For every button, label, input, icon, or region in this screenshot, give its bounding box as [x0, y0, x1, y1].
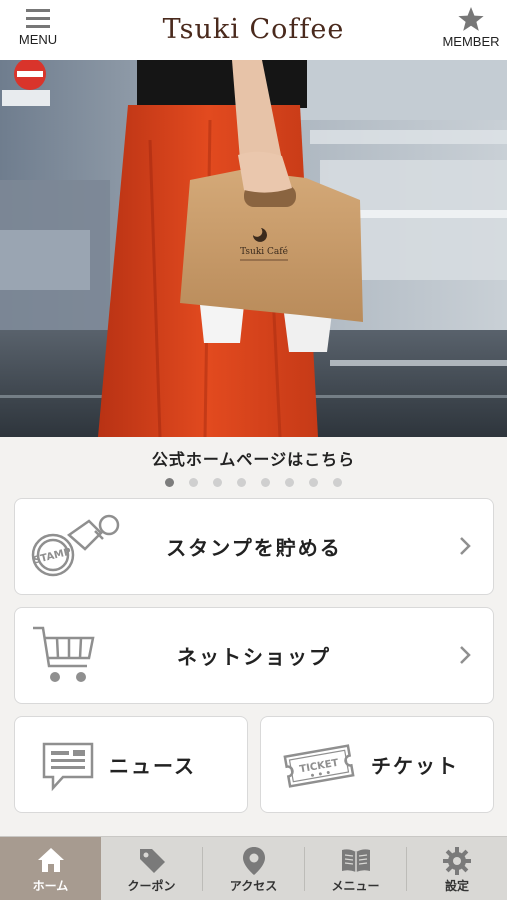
ticket-icon: TICKET	[283, 744, 355, 788]
gear-icon	[443, 847, 471, 875]
tab-coupon-label: クーポン	[127, 879, 176, 893]
tab-settings[interactable]: 設定	[407, 837, 507, 900]
tab-home[interactable]: ホーム	[0, 837, 101, 900]
tab-home-label: ホーム	[32, 879, 69, 893]
news-card-label: ニュース	[109, 754, 196, 778]
carousel-dots	[0, 472, 507, 487]
hero-caption[interactable]: 公式ホームページはこちら	[0, 446, 507, 470]
carousel-dot[interactable]	[164, 478, 174, 487]
tab-access-label: アクセス	[229, 879, 278, 893]
carousel-dot[interactable]	[309, 478, 319, 487]
carousel-dot[interactable]	[261, 478, 271, 487]
tab-menu-label: メニュー	[331, 879, 380, 893]
brand-title: Tsuki Coffee	[162, 14, 345, 45]
carousel-dot[interactable]	[285, 478, 295, 487]
ticket-card-label: チケット	[371, 754, 459, 778]
tab-settings-label: 設定	[444, 879, 469, 893]
bottom-tab-bar: ホーム クーポン アクセス メニュー 設定	[0, 836, 507, 900]
tab-menu[interactable]: メニュー	[305, 837, 406, 900]
carousel-dot[interactable]	[236, 478, 246, 487]
chevron-right-icon	[460, 646, 471, 664]
hero-banner[interactable]: Tsuki Café	[0, 60, 507, 437]
member-label: MEMBER	[442, 34, 500, 49]
ticket-card-button[interactable]: TICKET チケット	[260, 716, 494, 813]
book-icon	[341, 849, 370, 872]
tab-coupon[interactable]: クーポン	[101, 837, 202, 900]
carousel-dot[interactable]	[212, 478, 222, 487]
coupon-tag-icon	[139, 849, 165, 873]
chevron-right-icon	[460, 537, 471, 555]
ticket-icon-text: TICKET	[299, 758, 340, 776]
net-shop-card-label: ネットショップ	[177, 645, 331, 669]
stamp-card-button[interactable]: STAMP スタンプを貯める	[14, 498, 494, 595]
carrier-brand-text: Tsuki Café	[240, 246, 288, 257]
member-button[interactable]: MEMBER	[439, 6, 503, 56]
carousel-dot[interactable]	[188, 478, 198, 487]
news-icon	[42, 742, 94, 792]
star-icon	[458, 7, 484, 31]
location-pin-icon	[242, 847, 265, 875]
hero-photo: Tsuki Café	[0, 60, 507, 437]
stamp-card-label: スタンプを貯める	[166, 536, 342, 560]
net-shop-card-button[interactable]: ネットショップ	[14, 607, 494, 704]
home-icon	[37, 848, 64, 872]
tab-access[interactable]: アクセス	[203, 837, 304, 900]
app-header: MENU Tsuki Coffee MEMBER	[0, 0, 507, 60]
news-card-button[interactable]: ニュース	[14, 716, 248, 813]
carousel-dot[interactable]	[333, 478, 343, 487]
